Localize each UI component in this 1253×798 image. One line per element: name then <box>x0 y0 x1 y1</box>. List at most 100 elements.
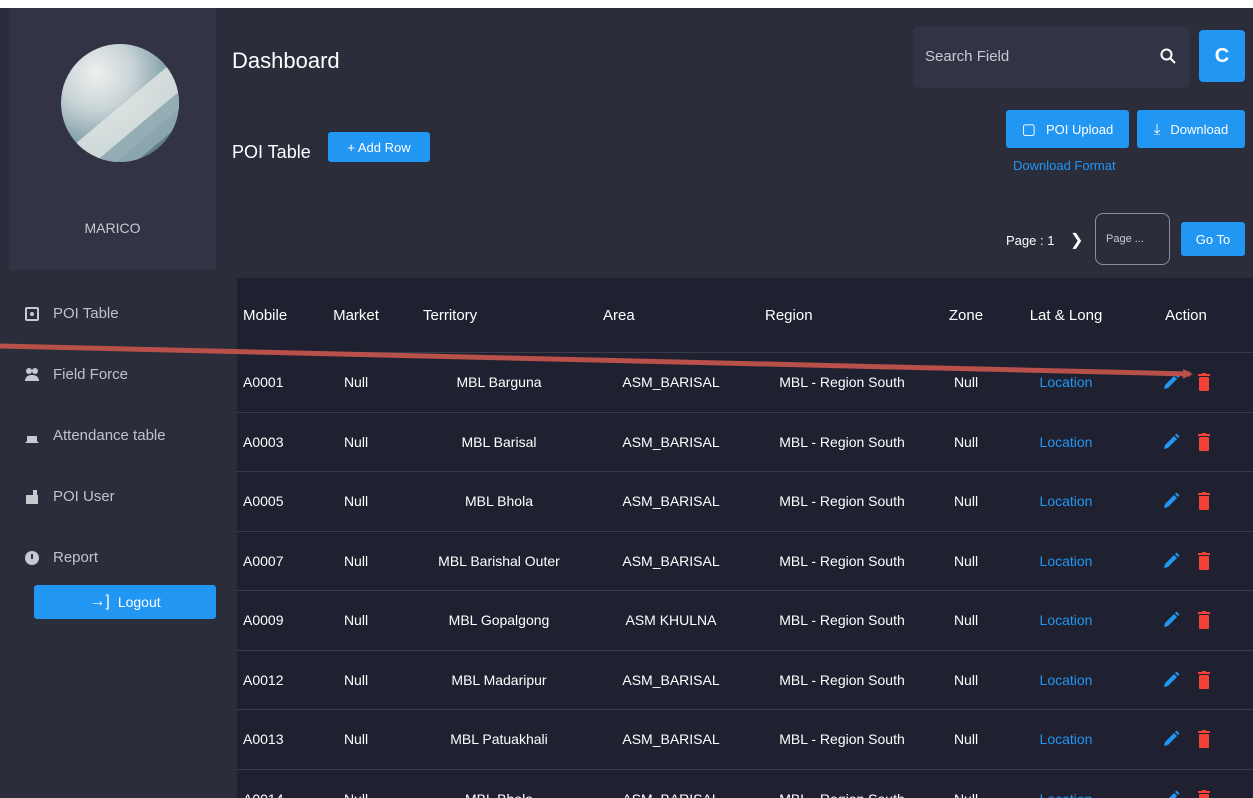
table-header: Mobile Market Territory Area Region Zone… <box>237 278 1253 352</box>
region-cell: MBL - Region South <box>779 493 905 510</box>
area-cell: ASM_BARISAL <box>622 433 720 450</box>
action-cell <box>1131 551 1241 570</box>
mobile-cell: A0003 <box>243 433 284 450</box>
poi-upload-button[interactable]: ▢ POI Upload <box>1006 110 1129 148</box>
edit-pencil-icon[interactable] <box>1162 671 1180 689</box>
region-cell: MBL - Region South <box>779 433 905 450</box>
edit-pencil-icon[interactable] <box>1162 790 1180 798</box>
location-link[interactable]: Location <box>1001 434 1131 450</box>
table-row: A0005 Null MBL Bhola ASM_BARISAL MBL - Regio… <box>237 471 1253 531</box>
area-cell: ASM_BARISAL <box>622 671 720 688</box>
search-icon[interactable] <box>1160 48 1176 64</box>
column-header: Lat & Long <box>1029 306 1103 324</box>
table-row: A0003 Null MBL Barisal ASM_BARISAL MBL - Reg… <box>237 411 1253 472</box>
territory-cell: MBL Gopalgong <box>448 612 550 629</box>
download-icon: ⤓ <box>1153 120 1161 138</box>
area-cell: ASM_BARISAL <box>589 791 753 798</box>
zone-cell: Null <box>953 612 979 629</box>
add-row-button[interactable]: + Add Row <box>328 132 430 162</box>
market-cell: Null <box>343 731 369 748</box>
go-to-button[interactable]: Go To <box>1181 222 1245 256</box>
edit-pencil-icon[interactable] <box>1162 492 1180 510</box>
delete-trash-icon[interactable] <box>1198 373 1210 392</box>
table-body: A0001 Null MBL Barguna ASM_BARISAL MBL - Reg… <box>237 352 1253 798</box>
logout-button[interactable]: →] Logout <box>34 585 216 619</box>
alert-circle-icon <box>25 550 39 565</box>
location-link[interactable]: Location <box>1001 672 1131 688</box>
mobile-cell: A0012 <box>243 671 284 688</box>
column-header: Mobile <box>243 306 288 324</box>
search-box[interactable]: Search Field <box>913 26 1190 88</box>
edit-pencil-icon[interactable] <box>1162 552 1180 570</box>
delete-trash-icon[interactable] <box>1198 492 1210 511</box>
sidebar-item-poi-table[interactable]: POI Table <box>9 283 216 344</box>
market-cell: Null <box>343 612 369 629</box>
location-link[interactable]: Location <box>1001 374 1131 390</box>
delete-trash-icon[interactable] <box>1198 611 1210 630</box>
refresh-button[interactable]: C <box>1199 30 1245 82</box>
chevron-right-icon[interactable]: ❯ <box>1070 230 1083 250</box>
sidebar-item-label: POI User <box>53 488 115 505</box>
table-row: A0012 Null MBL Madaripur ASM_BARISAL MBL - R… <box>237 649 1253 710</box>
edit-pencil-icon[interactable] <box>1162 433 1180 451</box>
zone-cell: Null <box>953 552 979 569</box>
delete-trash-icon[interactable] <box>1198 789 1210 798</box>
profile-panel: MARICO <box>9 8 216 270</box>
file-icon: ▢ <box>1021 121 1036 138</box>
location-link[interactable]: Location <box>1001 791 1131 798</box>
location-link[interactable]: Location <box>1001 731 1131 747</box>
region-cell: MBL - Region South <box>779 671 905 688</box>
delete-trash-icon[interactable] <box>1198 670 1210 689</box>
edit-pencil-icon[interactable] <box>1162 611 1180 629</box>
user-badge-icon <box>25 489 39 504</box>
area-cell: ASM_BARISAL <box>622 374 720 391</box>
region-cell: MBL - Region South <box>779 731 905 748</box>
sidebar-item-attendance-table[interactable]: Attendance table <box>9 405 216 466</box>
table-row: A0014NullMBL BholaASM_BARISALMBL - Regio… <box>237 768 1253 798</box>
brand-name: MARICO <box>84 220 141 236</box>
location-link[interactable]: Location <box>1001 493 1131 509</box>
home-icon <box>25 429 39 443</box>
market-cell: Null <box>343 671 369 688</box>
poi-table: Mobile Market Territory Area Region Zone… <box>237 278 1253 798</box>
area-cell: ASM_BARISAL <box>622 731 720 748</box>
delete-trash-icon[interactable] <box>1198 432 1210 451</box>
action-cell <box>1131 492 1241 511</box>
location-link[interactable]: Location <box>1001 612 1131 628</box>
poi-upload-label: POI Upload <box>1045 121 1114 137</box>
sidebar-item-report[interactable]: Report <box>9 527 216 588</box>
logout-label: Logout <box>117 594 161 610</box>
download-button[interactable]: ⤓ Download <box>1137 110 1245 148</box>
avatar <box>61 44 179 162</box>
search-input[interactable]: Search Field <box>925 48 1009 65</box>
sidebar-item-field-force[interactable]: Field Force <box>9 344 216 405</box>
action-cell <box>1131 432 1241 451</box>
territory-cell: MBL Bhola <box>409 791 589 798</box>
region-cell: MBL - Region South <box>779 374 905 391</box>
zone-cell: Null <box>953 493 979 510</box>
sidebar-item-label: POI Table <box>53 305 119 322</box>
page-number-input[interactable] <box>1095 213 1170 265</box>
delete-trash-icon[interactable] <box>1198 551 1210 570</box>
table-row: A0001 Null MBL Barguna ASM_BARISAL MBL - Reg… <box>237 352 1253 412</box>
market-cell: Null <box>303 791 409 798</box>
page-indicator: Page : 1 <box>1006 233 1055 248</box>
edit-pencil-icon[interactable] <box>1162 730 1180 748</box>
edit-pencil-icon[interactable] <box>1162 373 1180 391</box>
mobile-cell: A0001 <box>243 374 284 391</box>
delete-trash-icon[interactable] <box>1198 730 1210 749</box>
territory-cell: MBL Barishal Outer <box>438 552 560 569</box>
market-cell: Null <box>343 433 369 450</box>
table-row: A0007 Null MBL Barishal Outer ASM_BARISAL MB… <box>237 530 1253 591</box>
territory-cell: MBL Bhola <box>465 493 533 510</box>
location-link[interactable]: Location <box>1001 553 1131 569</box>
column-header: Zone <box>948 306 984 324</box>
refresh-icon: C <box>1214 44 1230 67</box>
column-header: Market <box>333 306 379 324</box>
column-header: Area <box>603 306 635 324</box>
sidebar: MARICO POI Table Field Force Attendance … <box>9 8 216 798</box>
download-format-link[interactable]: Download Format <box>1013 158 1116 173</box>
page-title: Dashboard <box>232 48 340 73</box>
sidebar-item-label: Field Force <box>53 366 129 383</box>
sidebar-item-poi-user[interactable]: POI User <box>9 466 216 527</box>
